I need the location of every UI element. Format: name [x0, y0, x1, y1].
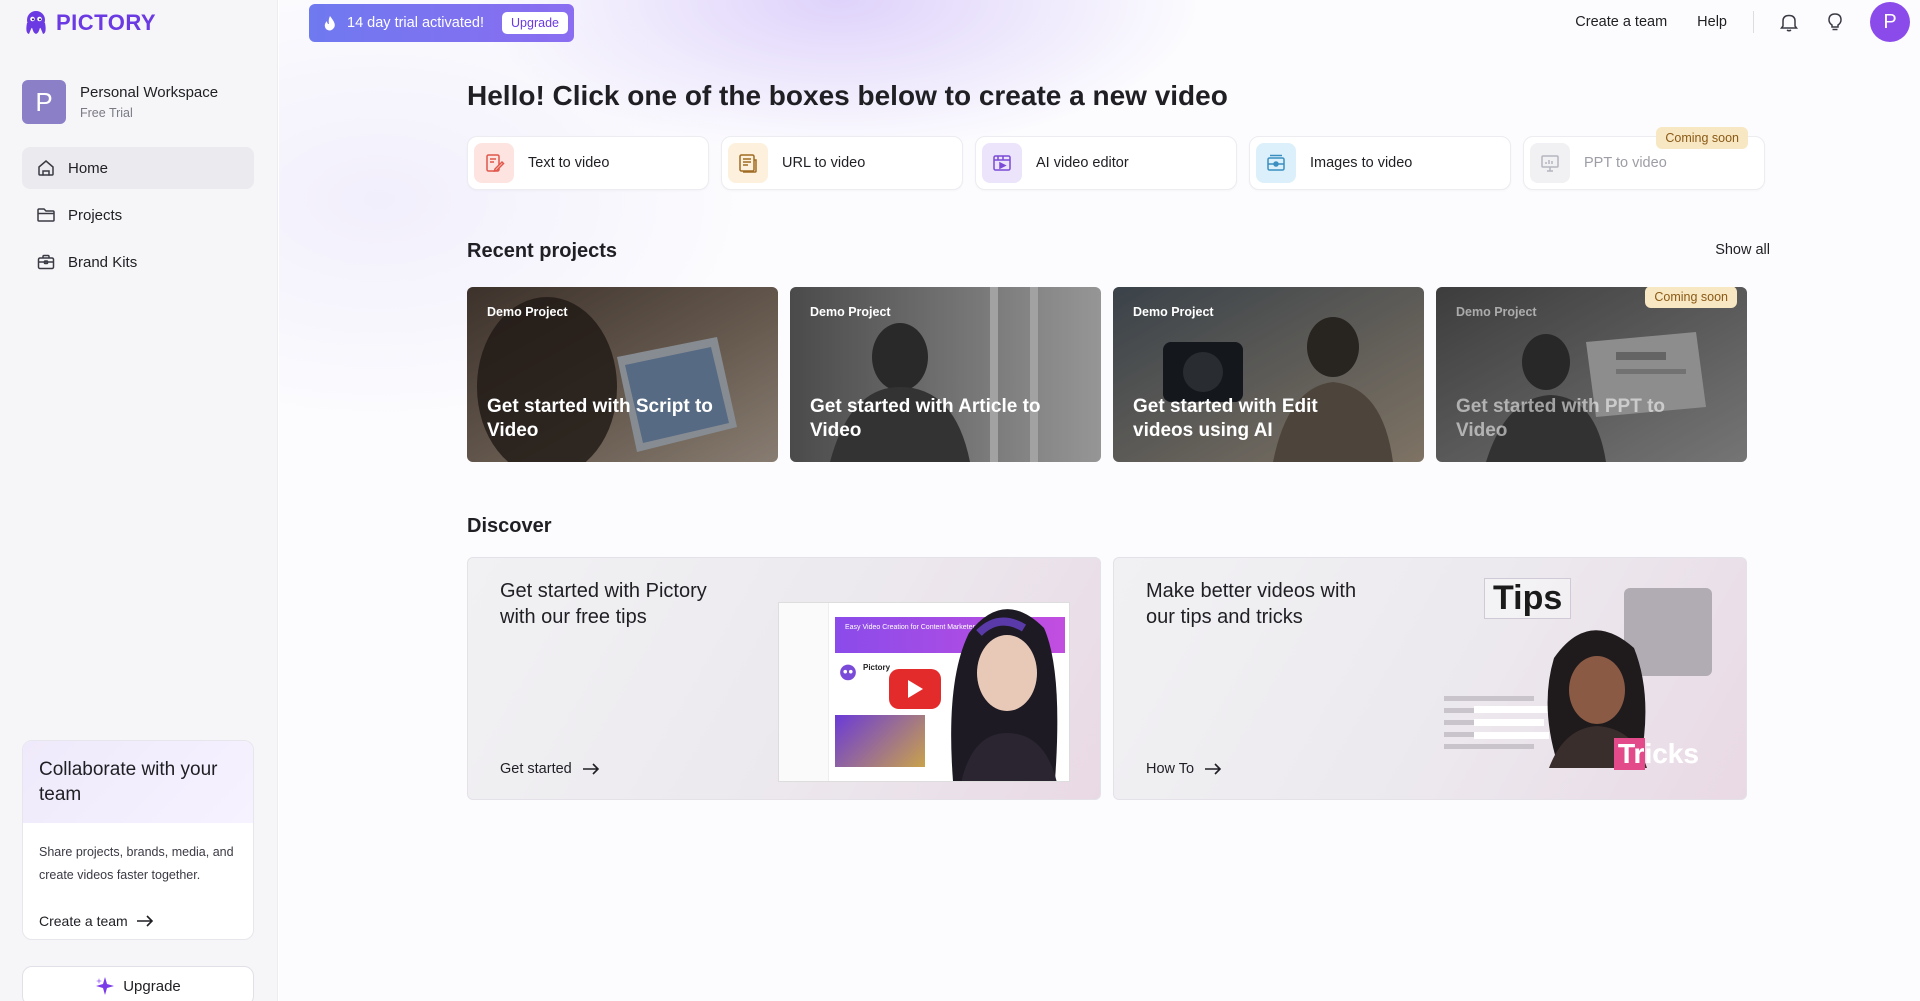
- presentation-icon: [1530, 143, 1570, 183]
- create-team-top-link[interactable]: Create a team: [1575, 14, 1667, 30]
- upgrade-label: Upgrade: [123, 977, 181, 995]
- collaborate-description: Share projects, brands, media, and creat…: [39, 845, 234, 882]
- lightbulb-icon[interactable]: [1824, 11, 1846, 33]
- create-options: Text to video URL to video AI video edit…: [467, 127, 1765, 190]
- octopus-logo-icon: [26, 11, 46, 34]
- trial-banner: 14 day trial activated! Upgrade: [309, 4, 574, 42]
- workspace-name: Personal Workspace: [80, 84, 219, 101]
- images-to-video-button[interactable]: Images to video: [1249, 136, 1511, 190]
- thumbnail-sidebar: [779, 603, 829, 781]
- sidebar-item-label: Projects: [68, 206, 123, 224]
- video-thumbnail[interactable]: Easy Video Creation for Content Marketer…: [778, 602, 1070, 782]
- discover-list: Get started with Pictory with our free t…: [467, 557, 1747, 800]
- page-title: Hello! Click one of the boxes below to c…: [467, 80, 1228, 111]
- recent-projects-list: Demo Project Get started with Script to …: [467, 287, 1747, 462]
- thumbnail-avatar: [835, 715, 925, 767]
- arrow-right-icon: [582, 763, 599, 775]
- sidebar-item-home[interactable]: Home: [22, 147, 254, 189]
- woman-photo: [951, 609, 1058, 781]
- project-label: Demo Project: [487, 305, 568, 319]
- create-option-label: Images to video: [1310, 155, 1413, 171]
- project-title: Get started with PPT to Video: [1456, 396, 1666, 441]
- sidebar-item-label: Brand Kits: [68, 253, 138, 271]
- discover-card-title: Get started with Pictory with our free t…: [500, 580, 707, 628]
- folder-icon: [36, 205, 56, 225]
- create-option-label: Text to video: [528, 155, 610, 171]
- get-started-link[interactable]: Get started: [500, 761, 600, 777]
- collaborate-card: Collaborate with your team Share project…: [22, 740, 254, 940]
- sidebar-item-brand-kits[interactable]: Brand Kits: [22, 241, 254, 283]
- show-all-link[interactable]: Show all: [1715, 242, 1770, 258]
- project-card-edit[interactable]: Demo Project Get started with Edit video…: [1113, 287, 1424, 462]
- topnav-divider: [1753, 11, 1754, 33]
- trial-text: 14 day trial activated!: [347, 15, 485, 31]
- images-icon: [1256, 143, 1296, 183]
- play-icon: [908, 680, 923, 698]
- sidebar-nav: Home Projects Brand Kits: [22, 147, 254, 288]
- workspace-plan: Free Trial: [80, 106, 133, 120]
- video-editor-icon: [982, 143, 1022, 183]
- project-label: Demo Project: [1456, 305, 1537, 319]
- brand-logo[interactable]: PICTORY: [22, 8, 156, 38]
- create-team-link[interactable]: Create a team: [39, 913, 154, 929]
- how-to-label: How To: [1146, 761, 1195, 777]
- project-card-ppt[interactable]: Demo Project Get started with PPT to Vid…: [1436, 287, 1747, 462]
- project-title: Get started with Article to Video: [810, 396, 1041, 441]
- top-nav: Create a team Help P: [1575, 2, 1910, 42]
- create-team-label: Create a team: [39, 913, 128, 929]
- workspace-avatar: P: [22, 80, 66, 124]
- tips-tricks-graphic: Tips Tricks: [1434, 578, 1734, 788]
- recent-projects-title: Recent projects: [467, 240, 618, 262]
- project-title: Get started with Edit videos using AI: [1133, 396, 1318, 441]
- coming-soon-badge: Coming soon: [1656, 127, 1748, 149]
- trial-upgrade-button[interactable]: Upgrade: [502, 12, 568, 34]
- thumbnail-brand: Pictory: [863, 663, 891, 672]
- get-started-label: Get started: [500, 761, 572, 777]
- create-option-label: PPT to video: [1584, 155, 1667, 171]
- discover-card-title: Make better videos with our tips and tri…: [1146, 580, 1357, 628]
- octopus-logo-icon: [840, 664, 856, 681]
- ai-video-editor-button[interactable]: AI video editor: [975, 136, 1237, 190]
- text-doc-icon: [474, 143, 514, 183]
- create-option-label: AI video editor: [1036, 155, 1129, 171]
- home-icon: [36, 158, 56, 178]
- ppt-to-video-button[interactable]: PPT to video Coming soon: [1523, 127, 1765, 190]
- project-label: Demo Project: [810, 305, 891, 319]
- tricks-word: Tricks: [1614, 738, 1703, 770]
- article-icon: [728, 143, 768, 183]
- flame-icon: [324, 16, 335, 31]
- discover-card-tips-tricks[interactable]: Make better videos with our tips and tri…: [1113, 557, 1747, 800]
- person-figure: [929, 603, 1069, 781]
- collaborate-title: Collaborate with your team: [23, 741, 253, 823]
- sparkle-icon: [96, 977, 115, 995]
- project-card-article[interactable]: Demo Project Get started with Article to…: [790, 287, 1101, 462]
- discover-card-free-tips[interactable]: Get started with Pictory with our free t…: [467, 557, 1101, 800]
- project-title: Get started with Script to Video: [487, 396, 713, 441]
- sidebar-item-label: Home: [68, 159, 109, 177]
- play-button[interactable]: [889, 669, 941, 709]
- discover-title: Discover: [467, 515, 552, 537]
- help-link[interactable]: Help: [1697, 14, 1727, 30]
- text-to-video-button[interactable]: Text to video: [467, 136, 709, 190]
- project-card-script[interactable]: Demo Project Get started with Script to …: [467, 287, 778, 462]
- user-avatar[interactable]: P: [1870, 2, 1910, 42]
- project-label: Demo Project: [1133, 305, 1214, 319]
- briefcase-icon: [36, 252, 56, 272]
- coming-soon-badge: Coming soon: [1645, 287, 1737, 308]
- brand-name: PICTORY: [56, 10, 157, 35]
- arrow-right-icon: [136, 915, 153, 927]
- sidebar: PICTORY P Personal Workspace Free Trial …: [0, 0, 278, 1001]
- workspace-switcher[interactable]: P Personal Workspace Free Trial: [22, 80, 218, 124]
- arrow-right-icon: [1205, 763, 1222, 775]
- url-to-video-button[interactable]: URL to video: [721, 136, 963, 190]
- bell-icon[interactable]: [1778, 11, 1800, 33]
- tips-word: Tips: [1484, 578, 1572, 619]
- sidebar-upgrade-button[interactable]: Upgrade: [22, 966, 254, 1001]
- how-to-link[interactable]: How To: [1146, 761, 1222, 777]
- sidebar-item-projects[interactable]: Projects: [22, 194, 254, 236]
- create-option-label: URL to video: [782, 155, 866, 171]
